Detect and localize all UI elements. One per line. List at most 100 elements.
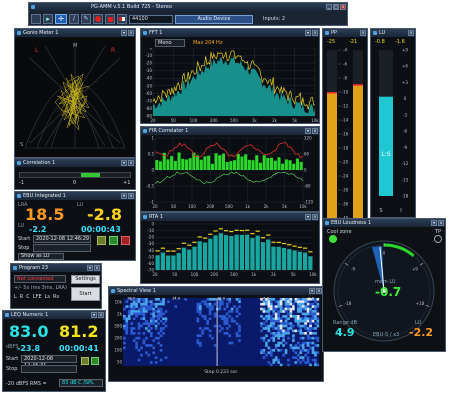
spectrogram-cell [152,310,156,313]
spectrogram-cell [292,305,295,308]
spectrogram-cell [314,300,317,304]
spectrogram-cell [316,319,320,323]
fft-mode-select[interactable]: Mono [155,39,185,47]
tool-icon[interactable]: ✎ [81,14,91,24]
close-icon[interactable]: x [128,30,134,36]
leq-reset-icon[interactable] [81,357,89,365]
spectrogram-cell [132,305,136,308]
start-field[interactable]: 2020-12-08 12:46:29 [33,235,91,243]
spectrogram-cell [279,349,283,352]
fir-bar [207,155,211,170]
close-icon[interactable]: x [360,30,366,36]
app-title: PG-AMM v.5.1 Build 725 - Stereo [91,4,172,10]
spectrogram-cell [198,341,202,345]
stop-square-icon[interactable] [121,236,130,245]
channel-rs[interactable]: Rs [53,294,59,300]
spectrogram-cell [260,322,263,325]
channel-lfe[interactable]: LFE [33,294,42,300]
spectrogram-cell [159,315,163,318]
close-icon[interactable]: x [312,214,318,220]
rta-bar [197,241,202,270]
channel-l[interactable]: L [14,294,17,300]
spectrogram-cell [301,307,305,311]
fir-x-tick: 10k [299,204,307,209]
fft-x-tick: 50 [171,118,177,123]
program-start-button[interactable]: Start [71,287,100,301]
rta-peak-mark [176,248,181,250]
rta-y-tick: -30 [147,241,154,246]
rta-bar [171,255,176,270]
record-icon[interactable] [93,14,103,24]
close-icon[interactable]: x [128,193,134,199]
spectrogram-cell [296,317,300,321]
pin-icon[interactable]: ▾ [121,30,127,36]
spectrogram-cell [162,317,165,321]
crosshair-icon[interactable]: ✛ [55,14,67,24]
grid-icon[interactable] [31,14,41,24]
gonio-title: Gonio Meter 1 [23,30,59,36]
rta-peak-mark [171,250,176,252]
spectral-x-tick: 2.0 [308,297,314,301]
spectrogram-cell [279,329,283,333]
spectrogram-cell [284,307,288,311]
leq-stop-field[interactable] [21,365,77,373]
ppm-scale-tick: -6 [343,62,347,67]
ebu-loudness-title-bar: EBU Loudness 1 ▾ x [323,219,445,227]
spectrogram-cell [284,324,288,328]
spectrogram-cell [265,315,268,318]
spectrogram-cell [262,300,266,304]
spectrogram-cell [289,344,293,347]
fir-x-tick: 2k [264,204,270,209]
spectrogram-cell [282,329,285,333]
mode-select[interactable]: Show as LU [18,253,64,260]
sample-rate-select[interactable]: 44100 [129,14,173,24]
leq-run-icon[interactable] [91,357,99,365]
spectrogram-cell [145,322,148,325]
run-icon[interactable] [109,236,118,245]
close-icon[interactable]: x [340,4,346,10]
close-icon[interactable]: x [312,128,318,134]
close-icon[interactable]: x [94,265,100,271]
rta-window: RTA 1 ▾ x 0 -10 -20 -30 -40 -50 -60 -70 20 50 100 200… [140,212,320,284]
spectral-x-tick: 18.0 [127,297,136,301]
device-select[interactable]: Audio Device [175,14,253,24]
leq-start-field[interactable]: 2020-12-08 12:46:31 [21,355,77,369]
lu-foot-s: S [379,208,382,214]
close-icon[interactable]: x [128,160,134,166]
spectrogram-cell [162,298,165,301]
spectrogram-cell [301,298,305,301]
spectrogram-cell [260,336,263,340]
flag-icon[interactable] [117,14,127,24]
spectrogram-cell [235,307,239,311]
spectrogram-cell [157,307,160,311]
pen-icon[interactable]: / [69,14,79,24]
spectrogram-cell [304,361,307,364]
channel-c[interactable]: C [26,294,30,300]
maximize-icon[interactable]: □ [333,4,339,10]
play-icon[interactable]: ▸ [43,14,53,24]
spectrogram-cell [137,307,141,311]
close-icon[interactable]: x [408,30,414,36]
spectrogram-cell [132,310,136,313]
spectrogram-cell [282,344,285,347]
spectrogram-cell [304,315,307,318]
close-icon[interactable]: x [98,312,104,318]
stop-field[interactable] [33,244,91,252]
spectrogram-cell [284,298,288,301]
close-icon[interactable]: x [312,30,318,36]
fir-bar [277,157,281,170]
stop-icon[interactable] [105,14,115,24]
channel-r[interactable]: R [20,294,23,300]
close-icon[interactable]: x [438,220,444,226]
minimize-icon[interactable]: _ [326,4,332,10]
spectrogram-cell [142,305,146,308]
spectrogram-cell [272,310,276,313]
spectrogram-cell [309,307,312,311]
leq-ref-select[interactable]: 83 dB C /SPL [59,379,103,387]
spectrogram-cell [147,307,151,311]
channel-ls[interactable]: Ls [45,294,50,300]
spectrogram-cell [311,305,315,308]
settings-button[interactable]: Settings [71,275,100,284]
reset-icon[interactable] [97,236,106,245]
rta-plot: 0-10-20-30-40-50-60-7020 50 100 200 500 1k 2k 5… [147,222,317,277]
